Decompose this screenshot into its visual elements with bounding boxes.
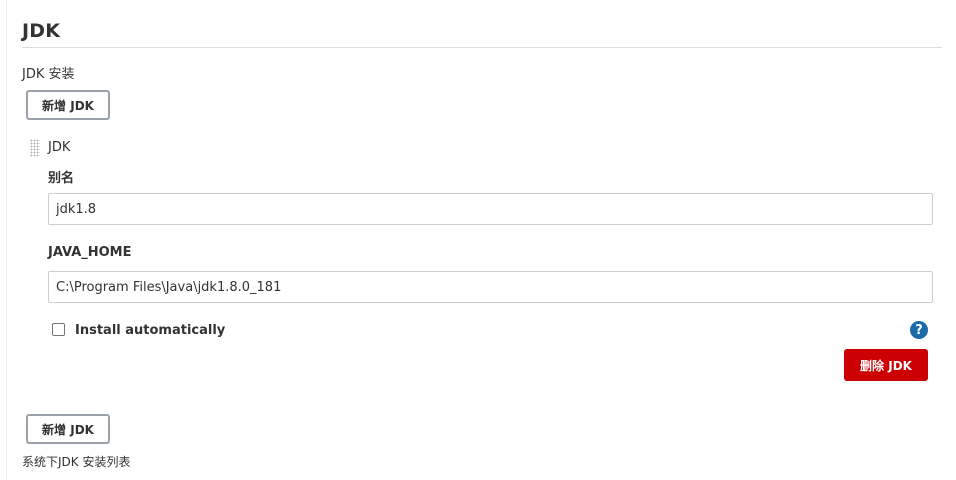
- add-jdk-button-top[interactable]: 新增 JDK: [26, 90, 110, 120]
- install-automatically-checkbox[interactable]: [52, 323, 65, 336]
- left-border: [6, 0, 7, 480]
- section-divider: [22, 47, 942, 48]
- jdk-list-description: 系统下JDK 安装列表: [22, 455, 131, 469]
- add-jdk-button-bottom[interactable]: 新增 JDK: [26, 414, 110, 444]
- jdk-item-header: JDK: [48, 140, 71, 155]
- delete-jdk-button[interactable]: 删除 JDK: [844, 349, 928, 381]
- jdk-install-label: JDK 安装: [22, 67, 75, 82]
- install-automatically-label[interactable]: Install automatically: [75, 323, 225, 338]
- help-icon[interactable]: ?: [910, 321, 928, 339]
- alias-label: 别名: [48, 171, 75, 186]
- alias-input[interactable]: [48, 193, 933, 225]
- section-title: JDK: [22, 20, 61, 42]
- java-home-input[interactable]: [48, 271, 933, 303]
- drag-handle-icon[interactable]: [30, 139, 40, 157]
- java-home-label: JAVA_HOME: [48, 245, 132, 260]
